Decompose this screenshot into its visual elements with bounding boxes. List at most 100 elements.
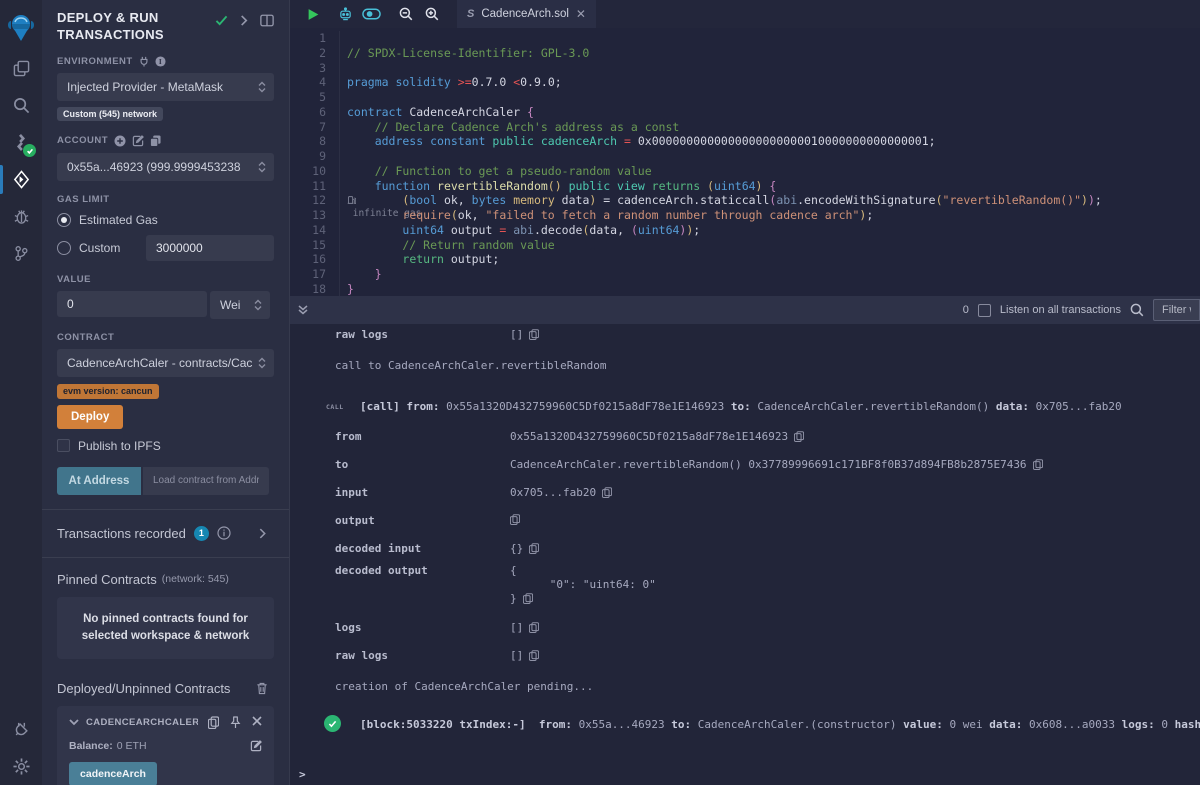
sign-message-icon[interactable] (132, 135, 144, 147)
zoom-in-icon[interactable] (419, 0, 445, 28)
radio-unselected-icon[interactable] (57, 241, 71, 255)
copy-icon[interactable] (794, 431, 804, 442)
copy-icon[interactable] (523, 593, 533, 604)
chevron-down-icon[interactable] (69, 719, 79, 726)
info-icon[interactable]: i (155, 56, 166, 67)
ai-assistant-robot-icon[interactable] (332, 0, 358, 28)
listen-label: Listen on all transactions (1000, 304, 1121, 316)
git-icon[interactable] (0, 235, 42, 272)
listen-checkbox[interactable] (978, 304, 991, 317)
tab-cadencearch-sol[interactable]: S CadenceArch.sol ✕ (457, 0, 596, 28)
chevron-right-icon[interactable] (259, 528, 266, 539)
line-number: 16 (290, 252, 340, 267)
terminal-toolbar: 0 Listen on all transactions (290, 296, 1200, 324)
code-line: 5 (290, 90, 1200, 105)
line-number: 11 (290, 179, 340, 194)
compile-success-badge (23, 144, 36, 157)
remix-ide: DEPLOY & RUN TRANSACTIONS ENVIRONMENT i … (0, 0, 1200, 785)
checkbox-icon[interactable] (57, 439, 70, 452)
edit-icon[interactable] (250, 740, 262, 752)
account-value: 0x55a...46923 (999.9999453238 (67, 160, 256, 174)
code-line: 18} (290, 282, 1200, 296)
add-account-icon[interactable] (114, 135, 126, 147)
remix-logo-icon[interactable] (0, 6, 42, 50)
terminal-prompt[interactable]: > (290, 768, 1200, 781)
stepper-icon (258, 81, 266, 93)
copy-account-icon[interactable] (150, 135, 161, 147)
publish-ipfs-option[interactable]: Publish to IPFS (57, 439, 274, 453)
plug-icon[interactable] (139, 56, 149, 67)
custom-gas-input[interactable] (146, 235, 274, 261)
terminal[interactable]: raw logs[]call to CadenceArchCaler.rever… (290, 324, 1200, 785)
chevron-right-icon[interactable] (240, 15, 248, 26)
cadencearch-call-button[interactable]: cadenceArch (69, 762, 157, 785)
line-number: 12 (290, 193, 340, 208)
success-check-icon (324, 715, 341, 732)
copy-icon[interactable] (208, 716, 219, 729)
copy-icon[interactable] (529, 543, 539, 554)
terminal-filter-input[interactable] (1153, 299, 1200, 321)
value-label: VALUE (57, 274, 91, 285)
file-explorer-icon[interactable] (0, 50, 42, 87)
debugger-icon[interactable] (0, 198, 42, 235)
transactions-recorded-label: Transactions recorded (57, 526, 186, 541)
deployed-contract-card: CADENCEARCHCALER AT 0X377 Balance: 0 ETH… (57, 706, 274, 785)
environment-label: ENVIRONMENT (57, 56, 133, 67)
zoom-out-icon[interactable] (393, 0, 419, 28)
search-icon[interactable] (0, 87, 42, 124)
contract-select[interactable]: CadenceArchCaler - contracts/Cac (57, 349, 274, 377)
code-editor[interactable]: 12// SPDX-License-Identifier: GPL-3.034p… (290, 28, 1200, 296)
code-line: 17 } (290, 267, 1200, 282)
estimated-gas-option[interactable]: Estimated Gas (57, 213, 274, 227)
close-icon[interactable] (252, 716, 262, 729)
check-icon (215, 15, 228, 26)
deploy-button[interactable]: Deploy (57, 405, 123, 429)
account-select[interactable]: 0x55a...46923 (999.9999453238 (57, 153, 274, 181)
copy-icon[interactable] (529, 329, 539, 340)
code-line: 15 // Return random value (290, 238, 1200, 253)
value-unit-select[interactable]: Wei (210, 291, 270, 319)
solidity-compiler-icon[interactable] (0, 124, 42, 161)
line-number: 13 (290, 208, 340, 223)
radio-selected-icon[interactable] (57, 213, 71, 227)
copilot-toggle-icon[interactable] (358, 0, 384, 28)
custom-gas-option[interactable]: Custom (57, 235, 274, 261)
code-line: 2// SPDX-License-Identifier: GPL-3.0 (290, 46, 1200, 61)
line-number: 5 (290, 90, 340, 105)
contract-section: CONTRACT CadenceArchCaler - contracts/Ca… (57, 332, 274, 495)
balance-value: 0 ETH (117, 740, 147, 752)
info-icon[interactable] (217, 526, 231, 540)
environment-value: Injected Provider - MetaMask (67, 80, 256, 94)
custom-gas-label: Custom (79, 241, 120, 255)
at-address-button[interactable]: At Address (57, 467, 141, 495)
settings-gear-icon[interactable] (0, 748, 42, 785)
split-view-icon[interactable] (260, 14, 274, 27)
pin-icon[interactable] (230, 716, 241, 729)
transactions-recorded-row[interactable]: Transactions recorded 1 (57, 510, 274, 557)
copy-icon[interactable] (602, 487, 612, 498)
copy-icon[interactable] (529, 622, 539, 633)
line-number: 18 (290, 282, 340, 296)
run-script-icon[interactable] (300, 0, 326, 28)
close-tab-icon[interactable]: ✕ (576, 7, 586, 21)
pinned-empty-message: No pinned contracts found for selected w… (57, 597, 274, 660)
copy-icon[interactable] (529, 650, 539, 661)
trash-icon[interactable] (256, 682, 268, 695)
value-input[interactable] (57, 291, 207, 317)
code-line: 9 (290, 149, 1200, 164)
copy-icon[interactable] (1033, 459, 1043, 470)
environment-select[interactable]: Injected Provider - MetaMask (57, 73, 274, 101)
at-address-input[interactable] (143, 467, 269, 495)
line-number: 7 (290, 120, 340, 135)
plugin-manager-icon[interactable] (0, 711, 42, 748)
code-line: 7 // Declare Cadence Arch's address as a… (290, 120, 1200, 135)
terminal-search-icon[interactable] (1130, 303, 1144, 317)
copy-icon[interactable] (510, 514, 520, 525)
line-number: 8 (290, 134, 340, 149)
deploy-run-icon[interactable] (0, 161, 42, 198)
terminal-collapse-icon[interactable] (298, 305, 308, 315)
code-line: 3 (290, 61, 1200, 76)
line-number: 6 (290, 105, 340, 120)
network-badge: Custom (545) network (57, 107, 163, 121)
svg-text:i: i (159, 57, 162, 66)
